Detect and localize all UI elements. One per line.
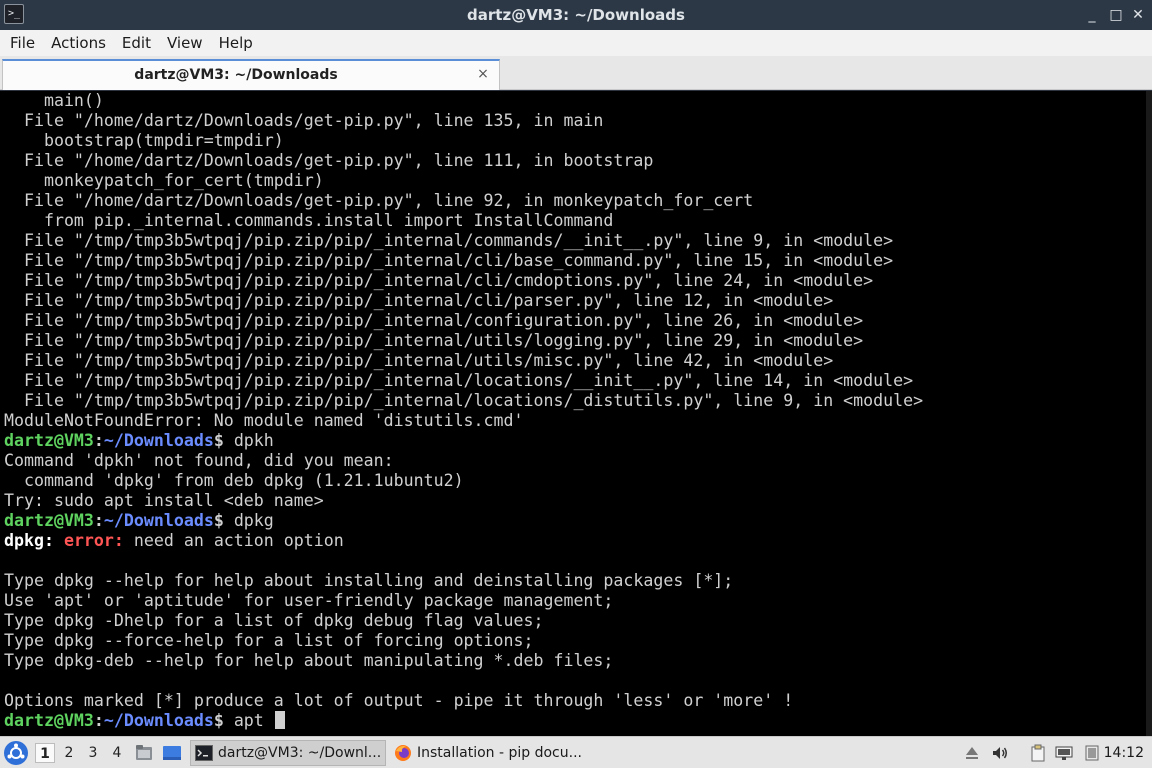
error-line: dpkg: error: need an action option: [4, 531, 923, 551]
terminal-line: Try: sudo apt install <deb name>: [4, 491, 324, 510]
prompt-dollar: $: [213, 431, 224, 450]
prompt-colon: :: [93, 711, 104, 730]
eject-icon[interactable]: [963, 744, 981, 762]
prompt-path: ~/Downloads: [103, 431, 214, 450]
tab-close-icon[interactable]: ×: [475, 66, 491, 82]
workspace-1[interactable]: 1: [35, 743, 55, 763]
terminal-line: File "/tmp/tmp3b5wtpqj/pip.zip/pip/_inte…: [4, 251, 894, 270]
minimize-button[interactable]: _: [1082, 5, 1102, 25]
terminal-line: File "/home/dartz/Downloads/get-pip.py",…: [4, 191, 754, 210]
terminal-cursor: [274, 711, 285, 729]
terminal-line: File "/tmp/tmp3b5wtpqj/pip.zip/pip/_inte…: [4, 271, 874, 290]
menu-bar: File Actions Edit View Help: [0, 30, 1152, 56]
terminal-line: Type dpkg --force-help for a list of for…: [4, 631, 534, 650]
prompt-line: dartz@VM3:~/Downloads$ dpkh: [4, 431, 923, 451]
workspace-3[interactable]: 3: [83, 743, 103, 763]
task-label: dartz@VM3: ~/Downl...: [218, 745, 382, 761]
terminal-line: bootstrap(tmpdir=tmpdir): [4, 131, 284, 150]
terminal-line: Type dpkg-deb --help for help about mani…: [4, 651, 614, 670]
prompt-path: ~/Downloads: [103, 711, 214, 730]
terminal-line: Type dpkg --help for help about installi…: [4, 571, 734, 590]
clock[interactable]: 14:12: [1104, 737, 1144, 768]
menu-help[interactable]: Help: [211, 30, 261, 56]
prompt-path: ~/Downloads: [103, 511, 214, 530]
terminal-line: main(): [4, 91, 104, 110]
terminal-line: File "/tmp/tmp3b5wtpqj/pip.zip/pip/_inte…: [4, 311, 864, 330]
menu-view[interactable]: View: [159, 30, 211, 56]
terminal-line: Type dpkg -Dhelp for a list of dpkg debu…: [4, 611, 544, 630]
keyboard-layout-icon[interactable]: [1083, 744, 1101, 762]
prompt-dollar: $: [213, 711, 224, 730]
taskbar: 1 2 3 4 dartz@VM3: ~/Downl... Installati…: [0, 736, 1152, 768]
terminal-icon: [195, 745, 213, 761]
task-label: Installation - pip docu...: [417, 745, 582, 761]
terminal-line: File "/tmp/tmp3b5wtpqj/pip.zip/pip/_inte…: [4, 371, 914, 390]
terminal-line: File "/home/dartz/Downloads/get-pip.py",…: [4, 151, 654, 170]
error-message: need an action option: [123, 531, 344, 550]
terminal-line: File "/tmp/tmp3b5wtpqj/pip.zip/pip/_inte…: [4, 231, 894, 250]
task-firefox[interactable]: Installation - pip docu...: [390, 740, 594, 766]
terminal-line: File "/home/dartz/Downloads/get-pip.py",…: [4, 111, 604, 130]
terminal-line: Options marked [*] produce a lot of outp…: [4, 691, 794, 710]
error-program: dpkg:: [4, 531, 54, 550]
terminal-line: File "/tmp/tmp3b5wtpqj/pip.zip/pip/_inte…: [4, 291, 834, 310]
close-button[interactable]: ✕: [1128, 5, 1148, 25]
window-title: dartz@VM3: ~/Downloads: [467, 6, 685, 24]
menu-actions[interactable]: Actions: [43, 30, 114, 56]
network-icon[interactable]: [1055, 744, 1073, 762]
workspace-2[interactable]: 2: [59, 743, 79, 763]
terminal-app-icon: >_: [4, 4, 24, 24]
prompt-line: dartz@VM3:~/Downloads$ apt: [4, 711, 923, 731]
window-titlebar[interactable]: >_ dartz@VM3: ~/Downloads _ □ ✕: [0, 0, 1152, 30]
terminal-line: File "/tmp/tmp3b5wtpqj/pip.zip/pip/_inte…: [4, 391, 924, 410]
prompt-user: dartz@VM3: [4, 711, 94, 730]
task-terminal[interactable]: dartz@VM3: ~/Downl...: [190, 740, 386, 766]
workspace-4[interactable]: 4: [107, 743, 127, 763]
prompt-command: dpkg: [223, 511, 274, 530]
prompt-user: dartz@VM3: [4, 511, 94, 530]
tab-bar: dartz@VM3: ~/Downloads ×: [0, 56, 1152, 90]
start-menu-icon[interactable]: [4, 741, 28, 765]
error-label: error:: [63, 531, 124, 550]
menu-file[interactable]: File: [2, 30, 43, 56]
terminal-line: Command 'dpkh' not found, did you mean:: [4, 451, 394, 470]
terminal-scrollbar[interactable]: [1146, 91, 1152, 736]
maximize-button[interactable]: □: [1106, 5, 1126, 25]
terminal-line: monkeypatch_for_cert(tmpdir): [4, 171, 324, 190]
terminal-line: command 'dpkg' from deb dpkg (1.21.1ubun…: [4, 471, 464, 490]
prompt-colon: :: [93, 511, 104, 530]
terminal-line: Use 'apt' or 'aptitude' for user-friendl…: [4, 591, 614, 610]
prompt-user: dartz@VM3: [4, 431, 94, 450]
terminal-line: File "/tmp/tmp3b5wtpqj/pip.zip/pip/_inte…: [4, 351, 834, 370]
tab-label: dartz@VM3: ~/Downloads: [134, 67, 338, 83]
terminal-line: from pip._internal.commands.install impo…: [4, 211, 614, 230]
prompt-command: apt: [223, 711, 274, 730]
terminal-line: ModuleNotFoundError: No module named 'di…: [4, 411, 524, 430]
terminal-output[interactable]: main() File "/home/dartz/Downloads/get-p…: [0, 91, 1152, 736]
prompt-dollar: $: [213, 511, 224, 530]
prompt-colon: :: [93, 431, 104, 450]
file-manager-icon[interactable]: [134, 743, 154, 763]
firefox-icon: [395, 745, 411, 761]
prompt-command: dpkh: [223, 431, 274, 450]
show-desktop-icon[interactable]: [162, 743, 182, 763]
tab-terminal[interactable]: dartz@VM3: ~/Downloads ×: [2, 59, 500, 90]
prompt-line: dartz@VM3:~/Downloads$ dpkg: [4, 511, 923, 531]
terminal-line: File "/tmp/tmp3b5wtpqj/pip.zip/pip/_inte…: [4, 331, 864, 350]
clipboard-icon[interactable]: [1029, 744, 1047, 762]
volume-icon[interactable]: [991, 744, 1009, 762]
menu-edit[interactable]: Edit: [114, 30, 159, 56]
